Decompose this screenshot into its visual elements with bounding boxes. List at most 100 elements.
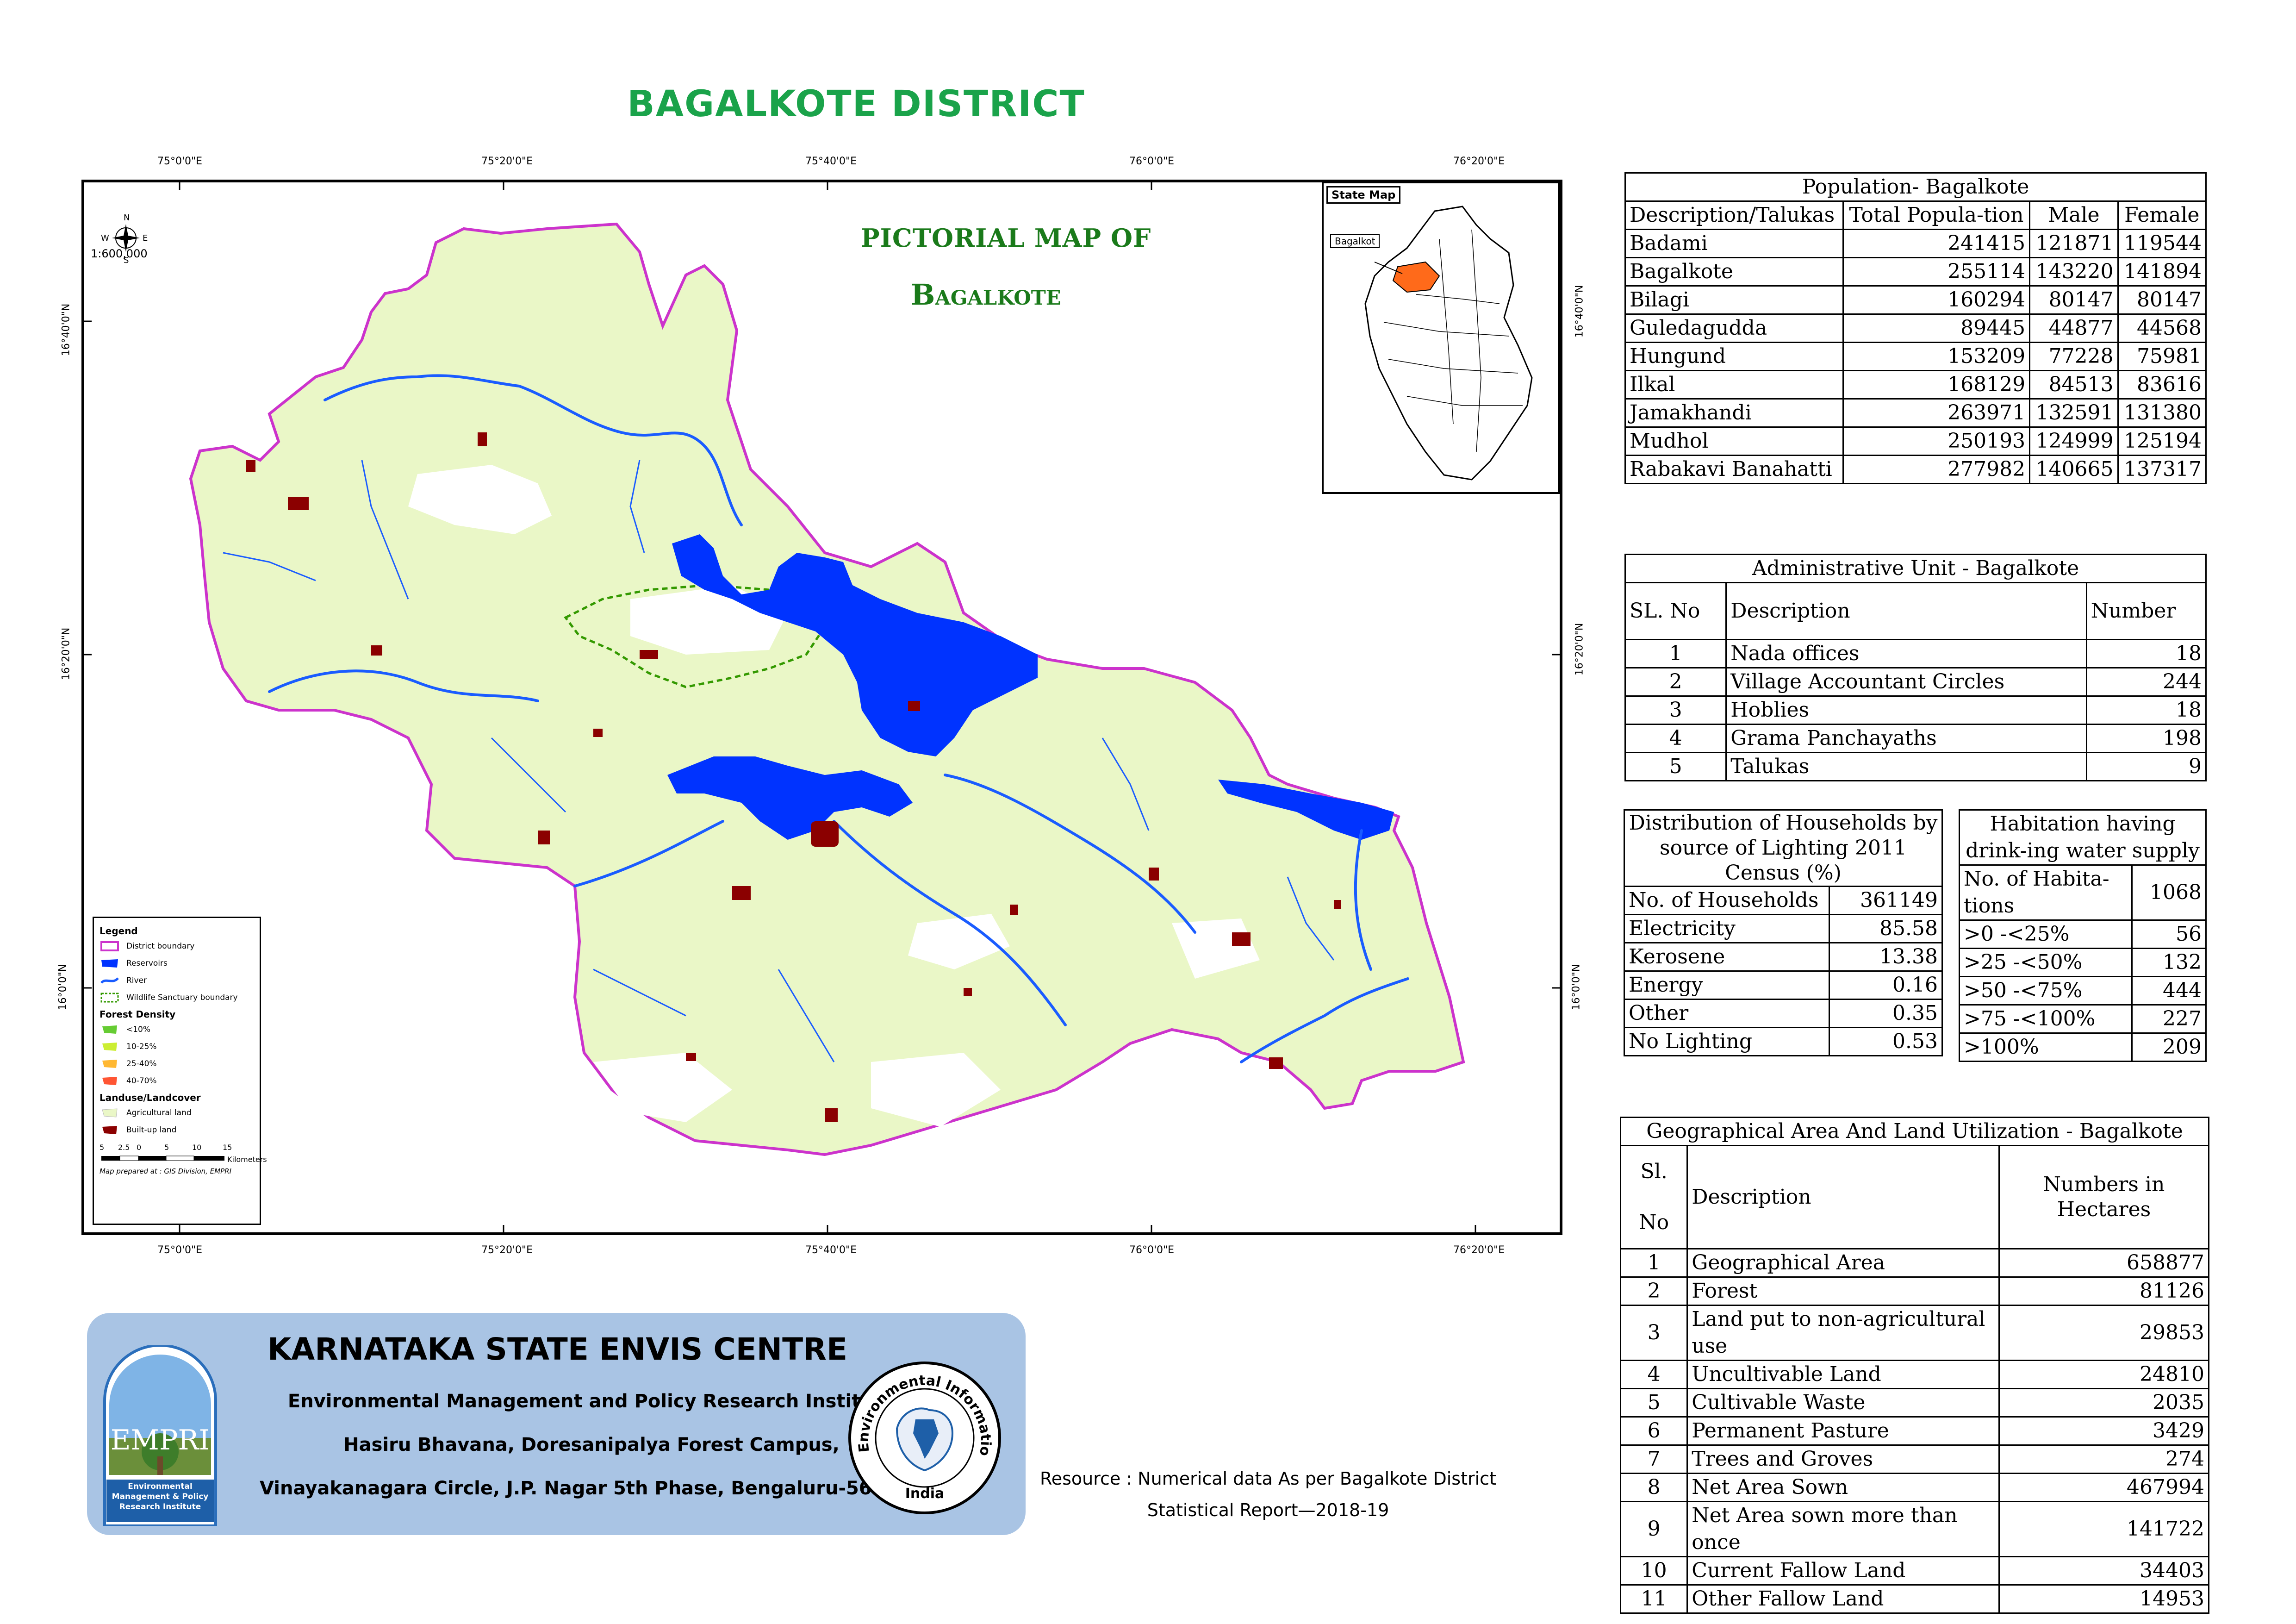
- right-latitude-label: 16°0'0"N: [1570, 964, 1582, 1011]
- table-row: No. of Habita-tions 1068: [1959, 864, 2207, 921]
- households-lighting-table: Distribution of Households by source of …: [1623, 809, 1943, 1056]
- table-cell: 75981: [2117, 342, 2207, 371]
- table-row: Rabakavi Banahatti 277982 140665 137317: [1624, 455, 2207, 484]
- table-row: 2 Forest 81126: [1619, 1276, 2210, 1306]
- legend-item: <10%: [100, 1021, 254, 1038]
- table-cell: Net Area sown more than once: [1686, 1501, 2000, 1557]
- table-cell: 2: [1624, 667, 1727, 697]
- table-cell: 2: [1619, 1276, 1688, 1306]
- forest-density-title: Forest Density: [100, 1009, 176, 1020]
- table-cell: 56: [2131, 919, 2207, 949]
- inset-label: Bagalkot: [1330, 234, 1380, 248]
- table-cell: 4: [1624, 724, 1727, 753]
- table-cell: 2035: [1998, 1388, 2210, 1418]
- habitation-caption: Habitation having drink-ing water supply: [1959, 809, 2207, 866]
- table-cell: 658877: [1998, 1248, 2210, 1278]
- table-cell: Uncultivable Land: [1686, 1360, 2000, 1389]
- agricultural-land-icon: [100, 1107, 120, 1118]
- table-row: Mudhol 250193 124999 125194: [1624, 426, 2207, 456]
- table-row: 3 Hoblies 18: [1624, 695, 2207, 725]
- table-cell: 18: [2085, 639, 2207, 668]
- top-longitude-label: 75°20'0"E: [481, 156, 533, 167]
- table-cell: Land put to non-agricultural use: [1686, 1305, 2000, 1361]
- bottom-longitude-label: 75°0'0"E: [157, 1244, 203, 1256]
- compass-w: W: [101, 233, 109, 243]
- table-cell: 132591: [2029, 398, 2119, 428]
- bottom-longitude-label: 76°0'0"E: [1129, 1244, 1175, 1256]
- admin-caption: Administrative Unit - Bagalkote: [1624, 554, 2207, 583]
- households-caption: Distribution of Households by source of …: [1624, 809, 1943, 887]
- table-cell: 89445: [1842, 313, 2031, 343]
- table-cell: Other: [1623, 999, 1830, 1028]
- karnataka-outline: [1364, 206, 1533, 481]
- table-cell: 0.35: [1829, 999, 1943, 1028]
- table-cell: 160294: [1842, 285, 2031, 315]
- table-cell: Ilkal: [1624, 370, 1844, 400]
- compass-n: N: [124, 213, 130, 223]
- table-cell: 124999: [2029, 426, 2119, 456]
- table-header-row: Description/Talukas Total Popula-tion Ma…: [1624, 200, 2207, 230]
- table-cell: 153209: [1842, 342, 2031, 371]
- table-row: 8 Net Area Sown 467994: [1619, 1473, 2210, 1502]
- table-cell: 34403: [1998, 1556, 2210, 1586]
- table-cell: 140665: [2029, 455, 2119, 484]
- habitation-table: Habitation having drink-ing water supply…: [1959, 809, 2207, 1062]
- table-row: Electricity 85.58: [1623, 914, 1943, 943]
- table-cell: 5: [1619, 1388, 1688, 1418]
- table-cell: 9: [1619, 1501, 1688, 1557]
- district-area: [189, 222, 1465, 1156]
- table-cell: 9: [2085, 752, 2207, 781]
- table-cell: Bagalkote: [1624, 257, 1844, 287]
- legend-item: River: [100, 972, 254, 989]
- table-row: >0 -<25% 56: [1959, 919, 2207, 949]
- population-table: Population- Bagalkote Description/Taluka…: [1624, 172, 2207, 484]
- table-header-row: Sl. No Description Numbers in Hectares: [1619, 1145, 2210, 1249]
- banner-title: KARNATAKA STATE ENVIS CENTRE: [268, 1331, 848, 1367]
- table-cell: 81126: [1998, 1276, 2210, 1306]
- forest-density-icon: [100, 1024, 120, 1035]
- table-cell: 241415: [1842, 229, 2031, 258]
- table-cell: Current Fallow Land: [1686, 1556, 2000, 1586]
- table-cell: 85.58: [1829, 914, 1943, 943]
- table-cell: Permanent Pasture: [1686, 1416, 2000, 1446]
- district-boundary-icon: [100, 941, 120, 952]
- table-cell: 141722: [1998, 1501, 2210, 1557]
- table-cell: 5: [1624, 752, 1727, 781]
- table-cell: Other Fallow Land: [1686, 1584, 2000, 1614]
- table-cell: 3: [1619, 1305, 1688, 1361]
- page-title: BAGALKOTE DISTRICT: [627, 83, 1085, 125]
- table-cell: >75 -<100%: [1959, 1004, 2133, 1034]
- table-cell: 1068: [2131, 864, 2207, 921]
- table-row: 4 Grama Panchayaths 198: [1624, 724, 2207, 753]
- bottom-longitude-label: 75°40'0"E: [805, 1244, 857, 1256]
- table-cell: 209: [2131, 1032, 2207, 1062]
- empri-caption: Environmental Management & Policy Resear…: [112, 1482, 209, 1512]
- table-cell: 277982: [1842, 455, 2031, 484]
- legend-item: District boundary: [100, 937, 254, 955]
- table-row: 6 Permanent Pasture 3429: [1619, 1416, 2210, 1446]
- table-cell: 244: [2085, 667, 2207, 697]
- banner-address-2: Vinayakanagara Circle, J.P. Nagar 5th Ph…: [260, 1478, 923, 1499]
- right-latitude-label: 16°40'0"N: [1574, 285, 1586, 338]
- legend-item: 10-25%: [100, 1038, 254, 1055]
- table-row: 1 Geographical Area 658877: [1619, 1248, 2210, 1278]
- table-row: Ilkal 168129 84513 83616: [1624, 370, 2207, 400]
- table-row: 4 Uncultivable Land 24810: [1619, 1360, 2210, 1389]
- table-header-row: SL. No Description Number: [1624, 582, 2207, 640]
- table-row: 2 Village Accountant Circles 244: [1624, 667, 2207, 697]
- table-cell: >50 -<75%: [1959, 976, 2133, 1006]
- table-row: Hungund 153209 77228 75981: [1624, 342, 2207, 371]
- table-cell: 141894: [2117, 257, 2207, 287]
- reservoir-icon: [100, 958, 120, 969]
- table-row: No Lighting 0.53: [1623, 1027, 1943, 1056]
- geo-caption: Geographical Area And Land Utilization -…: [1620, 1117, 2209, 1146]
- inset-title: State Map: [1326, 186, 1401, 204]
- scale-unit: Kilometers: [227, 1155, 267, 1164]
- banner-address-1: Hasiru Bhavana, Doresanipalya Forest Cam…: [343, 1434, 840, 1455]
- table-cell: 250193: [1842, 426, 2031, 456]
- table-row: 5 Talukas 9: [1624, 752, 2207, 781]
- table-cell: 84513: [2029, 370, 2119, 400]
- map-legend: Legend District boundary Reservoirs Rive…: [93, 917, 267, 1225]
- legend-item: Wildlife Sanctuary boundary: [100, 989, 254, 1006]
- table-cell: Hungund: [1624, 342, 1844, 371]
